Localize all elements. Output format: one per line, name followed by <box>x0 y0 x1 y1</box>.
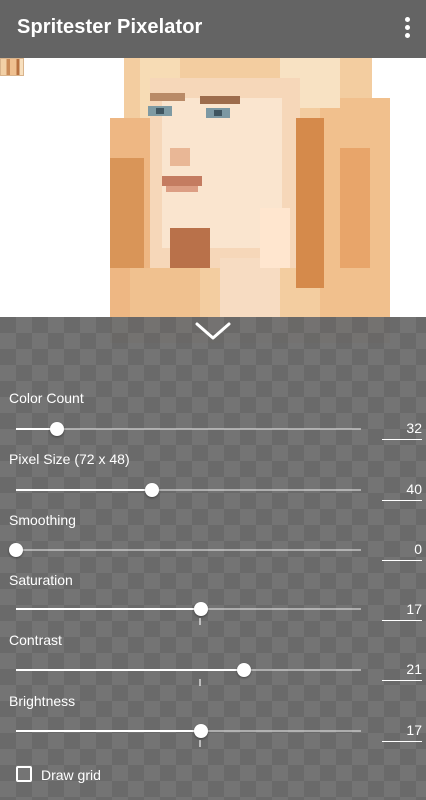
slider-fill <box>16 669 244 671</box>
smoothing-label: Smoothing <box>9 512 76 528</box>
brightness-value[interactable]: 17 <box>382 722 422 742</box>
draw-grid-checkbox[interactable] <box>16 766 32 782</box>
center-tick <box>199 740 201 747</box>
chevron-down-icon[interactable] <box>193 320 233 344</box>
smoothing-slider[interactable] <box>16 549 361 551</box>
app-title: Spritester Pixelator <box>17 16 203 38</box>
brightness-slider[interactable] <box>16 730 361 732</box>
smoothing-value[interactable]: 0 <box>382 541 422 561</box>
contrast-label: Contrast <box>9 632 62 648</box>
slider-fill <box>16 489 152 491</box>
center-tick <box>199 679 201 686</box>
original-thumbnail[interactable] <box>0 58 24 76</box>
pixel-size-label: Pixel Size (72 x 48) <box>9 451 130 467</box>
slider-knob[interactable] <box>9 543 23 557</box>
saturation-slider[interactable] <box>16 608 361 610</box>
slider-knob[interactable] <box>50 422 64 436</box>
pixel-art-image <box>110 58 390 343</box>
slider-knob[interactable] <box>237 663 251 677</box>
center-tick <box>199 618 201 625</box>
app-bar: Spritester Pixelator <box>0 0 426 58</box>
overflow-menu-icon[interactable] <box>402 17 412 41</box>
saturation-value[interactable]: 17 <box>382 601 422 621</box>
slider-fill <box>16 608 201 610</box>
pixel-size-value[interactable]: 40 <box>382 481 422 501</box>
color-count-slider[interactable] <box>16 428 361 430</box>
contrast-slider[interactable] <box>16 669 361 671</box>
color-count-value[interactable]: 32 <box>382 420 422 440</box>
color-count-label: Color Count <box>9 390 84 406</box>
slider-knob[interactable] <box>145 483 159 497</box>
saturation-label: Saturation <box>9 572 73 588</box>
draw-grid-label: Draw grid <box>41 767 101 783</box>
brightness-label: Brightness <box>9 693 76 709</box>
pixelated-preview <box>0 58 426 343</box>
pixel-size-slider[interactable] <box>16 489 361 491</box>
contrast-value[interactable]: 21 <box>382 661 422 681</box>
slider-knob[interactable] <box>194 724 208 738</box>
slider-fill <box>16 730 201 732</box>
slider-knob[interactable] <box>194 602 208 616</box>
